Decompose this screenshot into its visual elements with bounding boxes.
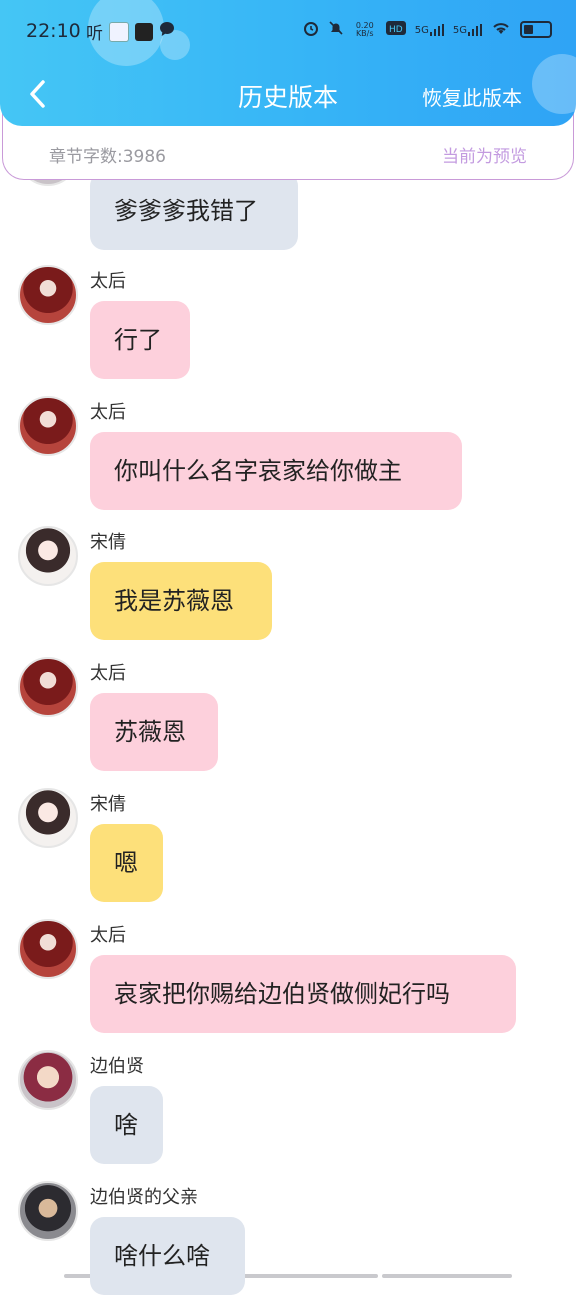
mute-bell-icon <box>328 20 344 39</box>
status-left-icons: 听 <box>86 19 175 44</box>
status-bar: 22:10 听 0.20 KB/s HD 5G 5G <box>0 0 576 62</box>
net-speed: 0.20 KB/s <box>355 20 374 38</box>
preview-label: 当前为预览 <box>442 147 527 167</box>
speaker-name: 边伯贤 <box>90 1056 144 1077</box>
restore-version-button[interactable]: 恢复此版本 <box>422 82 522 111</box>
listen-app-icon: 听 <box>86 24 103 44</box>
wifi-icon <box>491 21 511 38</box>
avatar[interactable] <box>18 788 78 848</box>
hd-icon: HD <box>385 21 406 38</box>
avatar[interactable] <box>18 526 78 586</box>
network-type-label: 5G <box>414 24 429 36</box>
app-notification-icon <box>109 21 129 42</box>
speaker-name: 太后 <box>90 402 126 423</box>
word-count: 章节字数:3986 <box>49 147 166 167</box>
svg-text:HD: HD <box>389 25 403 35</box>
avatar[interactable] <box>18 1181 78 1241</box>
app-header: 22:10 听 0.20 KB/s HD 5G 5G 历史版本 恢复此版本 <box>0 0 576 126</box>
avatar[interactable] <box>18 657 78 717</box>
speaker-name: 太后 <box>90 663 126 684</box>
message-bubble[interactable]: 嗯 <box>90 824 163 902</box>
speaker-name: 太后 <box>90 925 126 946</box>
avatar[interactable] <box>18 1050 78 1110</box>
message-bubble[interactable]: 苏薇恩 <box>90 693 218 771</box>
message-bubble[interactable]: 你叫什么名字哀家给你做主 <box>90 432 462 510</box>
message-list[interactable]: 爹爹爹我错了 太后 行了 太后 你叫什么名字哀家给你做主 宋倩 我是苏薇恩 太后… <box>0 0 576 1295</box>
status-time: 22:10 <box>26 20 81 42</box>
message-bubble[interactable]: 啥什么啥 <box>90 1217 245 1295</box>
message-bubble[interactable]: 哀家把你赐给边伯贤做侧妃行吗 <box>90 955 516 1033</box>
alarm-icon <box>303 20 319 39</box>
nav-bar: 历史版本 恢复此版本 <box>0 62 576 126</box>
message-bubble[interactable]: 啥 <box>90 1086 163 1164</box>
chat-bubble-icon <box>159 21 175 42</box>
signal-icon: 5G <box>414 23 444 36</box>
speaker-name: 宋倩 <box>90 794 126 815</box>
speaker-name: 太后 <box>90 271 126 292</box>
avatar[interactable] <box>18 396 78 456</box>
app-notification-icon <box>135 22 153 41</box>
avatar[interactable] <box>18 265 78 325</box>
signal-icon: 5G <box>452 23 482 36</box>
network-type-label: 5G <box>452 24 467 36</box>
message-bubble[interactable]: 爹爹爹我错了 <box>90 172 298 250</box>
battery-icon <box>520 21 552 38</box>
avatar[interactable] <box>18 919 78 979</box>
message-bubble[interactable]: 我是苏薇恩 <box>90 562 272 640</box>
speaker-name: 边伯贤的父亲 <box>90 1187 198 1208</box>
message-bubble[interactable]: 行了 <box>90 301 190 379</box>
speaker-name: 宋倩 <box>90 532 126 553</box>
status-right-icons: 0.20 KB/s HD 5G 5G <box>303 20 552 39</box>
